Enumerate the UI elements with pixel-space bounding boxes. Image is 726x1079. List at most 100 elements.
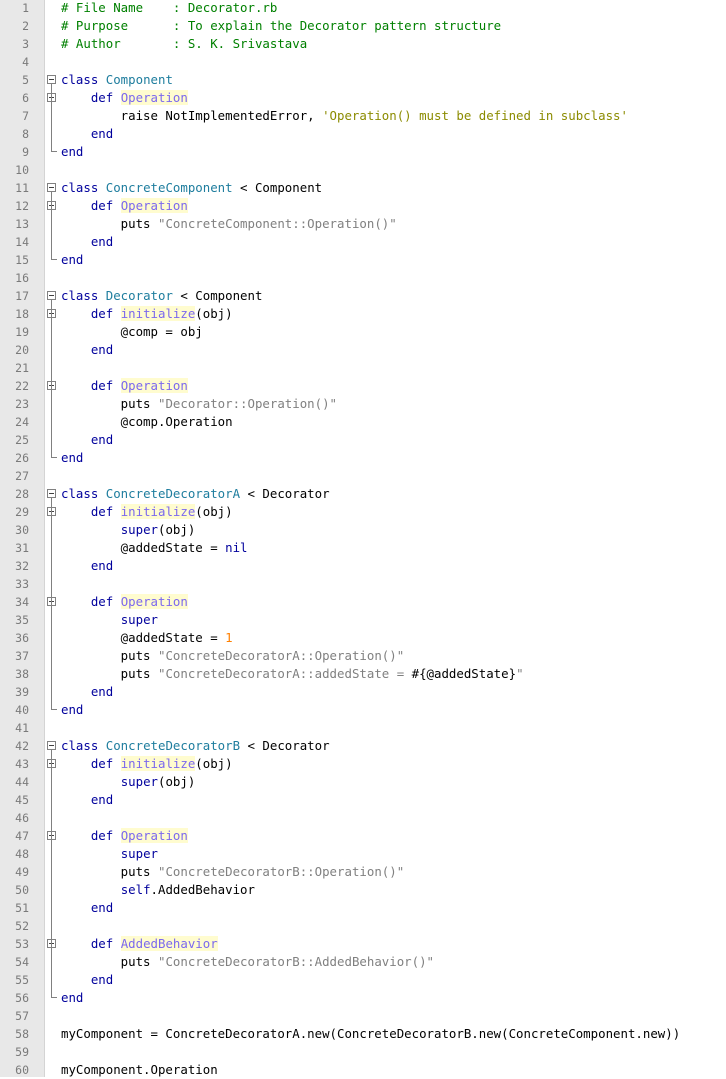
- code-line[interactable]: 5 class Component: [0, 71, 726, 89]
- code-line[interactable]: 56 end: [0, 989, 726, 1007]
- code-line[interactable]: 55 end: [0, 971, 726, 989]
- code-text: end: [61, 791, 113, 809]
- line-number: 34: [15, 595, 29, 609]
- code-line[interactable]: 58 myComponent = ConcreteDecoratorA.new(C…: [0, 1025, 726, 1043]
- code-line[interactable]: 60 myComponent.Operation: [0, 1061, 726, 1079]
- line-number: 40: [15, 703, 29, 717]
- code-token: self: [120, 882, 151, 897]
- code-line[interactable]: 31 @addedState = nil: [0, 539, 726, 557]
- line-number: 24: [15, 415, 29, 429]
- code-line[interactable]: 41: [0, 719, 726, 737]
- code-token: ConcreteDecoratorA: [105, 486, 241, 501]
- code-line[interactable]: 50 self.AddedBehavior: [0, 881, 726, 899]
- code-token: class: [61, 486, 106, 501]
- code-line[interactable]: 51 end: [0, 899, 726, 917]
- code-line[interactable]: 30 super(obj): [0, 521, 726, 539]
- fold-toggle-icon[interactable]: [47, 75, 56, 84]
- code-line[interactable]: 9 end: [0, 143, 726, 161]
- code-token: end: [90, 684, 114, 699]
- fold-toggle-icon[interactable]: [47, 741, 56, 750]
- code-text: puts "ConcreteDecoratorB::Operation()": [61, 863, 405, 881]
- code-text: class Component: [61, 71, 173, 89]
- code-line[interactable]: 53 def AddedBehavior: [0, 935, 726, 953]
- code-line[interactable]: 54 puts "ConcreteDecoratorB::AddedBehavi…: [0, 953, 726, 971]
- code-line[interactable]: 28 class ConcreteDecoratorA < Decorator: [0, 485, 726, 503]
- code-line[interactable]: 24 @comp.Operation: [0, 413, 726, 431]
- code-token: end: [61, 450, 84, 465]
- code-line[interactable]: 1 # File Name : Decorator.rb: [0, 0, 726, 17]
- line-number: 56: [15, 991, 29, 1005]
- code-line[interactable]: 13 puts "ConcreteComponent::Operation()": [0, 215, 726, 233]
- code-line[interactable]: 37 puts "ConcreteDecoratorA::Operation()…: [0, 647, 726, 665]
- line-number: 51: [15, 901, 29, 915]
- code-line[interactable]: 42 class ConcreteDecoratorB < Decorator: [0, 737, 726, 755]
- code-line[interactable]: 47 def Operation: [0, 827, 726, 845]
- line-number: 11: [15, 181, 29, 195]
- code-line[interactable]: 2 # Purpose : To explain the Decorator pa…: [0, 17, 726, 35]
- code-token: end: [61, 990, 84, 1005]
- fold-toggle-icon[interactable]: [47, 291, 56, 300]
- code-text: end: [61, 557, 113, 575]
- code-line[interactable]: 3 # Author : S. K. Srivastava: [0, 35, 726, 53]
- code-line[interactable]: 38 puts "ConcreteDecoratorA::addedState …: [0, 665, 726, 683]
- code-line[interactable]: 4: [0, 53, 726, 71]
- code-line[interactable]: 20 end: [0, 341, 726, 359]
- code-line[interactable]: 59: [0, 1043, 726, 1061]
- code-line[interactable]: 12 def Operation: [0, 197, 726, 215]
- code-line[interactable]: 45 end: [0, 791, 726, 809]
- code-line[interactable]: 52: [0, 917, 726, 935]
- code-text: end: [61, 899, 113, 917]
- code-line[interactable]: 23 puts "Decorator::Operation()": [0, 395, 726, 413]
- code-line[interactable]: 57: [0, 1007, 726, 1025]
- code-token: end: [90, 972, 114, 987]
- code-line[interactable]: 15 end: [0, 251, 726, 269]
- code-line[interactable]: 29 def initialize(obj): [0, 503, 726, 521]
- fold-toggle-icon[interactable]: [47, 183, 56, 192]
- code-text: @addedState = 1: [61, 629, 233, 647]
- fold-toggle-icon[interactable]: [47, 489, 56, 498]
- code-editor[interactable]: 1 # File Name : Decorator.rb 2 # Purpose : …: [0, 0, 726, 1077]
- code-line[interactable]: 21: [0, 359, 726, 377]
- code-line[interactable]: 27: [0, 467, 726, 485]
- fold-guide-line: [51, 300, 52, 449]
- code-line[interactable]: 18 def initialize(obj): [0, 305, 726, 323]
- code-line[interactable]: 6 def Operation: [0, 89, 726, 107]
- code-line[interactable]: 34 def Operation: [0, 593, 726, 611]
- code-line[interactable]: 14 end: [0, 233, 726, 251]
- code-line[interactable]: 10: [0, 161, 726, 179]
- code-line[interactable]: 40 end: [0, 701, 726, 719]
- code-text: myComponent = ConcreteDecoratorA.new(Con…: [61, 1025, 680, 1043]
- code-line[interactable]: 43 def initialize(obj): [0, 755, 726, 773]
- line-number: 16: [15, 271, 29, 285]
- code-text: end: [61, 251, 83, 269]
- code-line[interactable]: 48 super: [0, 845, 726, 863]
- code-line[interactable]: 44 super(obj): [0, 773, 726, 791]
- code-token: initialize: [120, 306, 196, 321]
- line-number: 31: [15, 541, 29, 555]
- code-line[interactable]: 35 super: [0, 611, 726, 629]
- code-token: (obj): [195, 756, 233, 771]
- code-line[interactable]: 7 raise NotImplementedError, 'Operation(…: [0, 107, 726, 125]
- code-line[interactable]: 36 @addedState = 1: [0, 629, 726, 647]
- code-line[interactable]: 49 puts "ConcreteDecoratorB::Operation()…: [0, 863, 726, 881]
- code-line[interactable]: 17 class Decorator < Component: [0, 287, 726, 305]
- code-line[interactable]: 22 def Operation: [0, 377, 726, 395]
- line-number: 42: [15, 739, 29, 753]
- line-number: 19: [15, 325, 29, 339]
- code-line[interactable]: 16: [0, 269, 726, 287]
- code-line[interactable]: 25 end: [0, 431, 726, 449]
- code-line[interactable]: 11 class ConcreteComponent < Component: [0, 179, 726, 197]
- code-line[interactable]: 19 @comp = obj: [0, 323, 726, 341]
- code-line[interactable]: 46: [0, 809, 726, 827]
- code-line[interactable]: 39 end: [0, 683, 726, 701]
- code-line[interactable]: 32 end: [0, 557, 726, 575]
- code-line[interactable]: 26 end: [0, 449, 726, 467]
- code-line[interactable]: 8 end: [0, 125, 726, 143]
- code-token: def: [90, 504, 121, 519]
- code-line[interactable]: 33: [0, 575, 726, 593]
